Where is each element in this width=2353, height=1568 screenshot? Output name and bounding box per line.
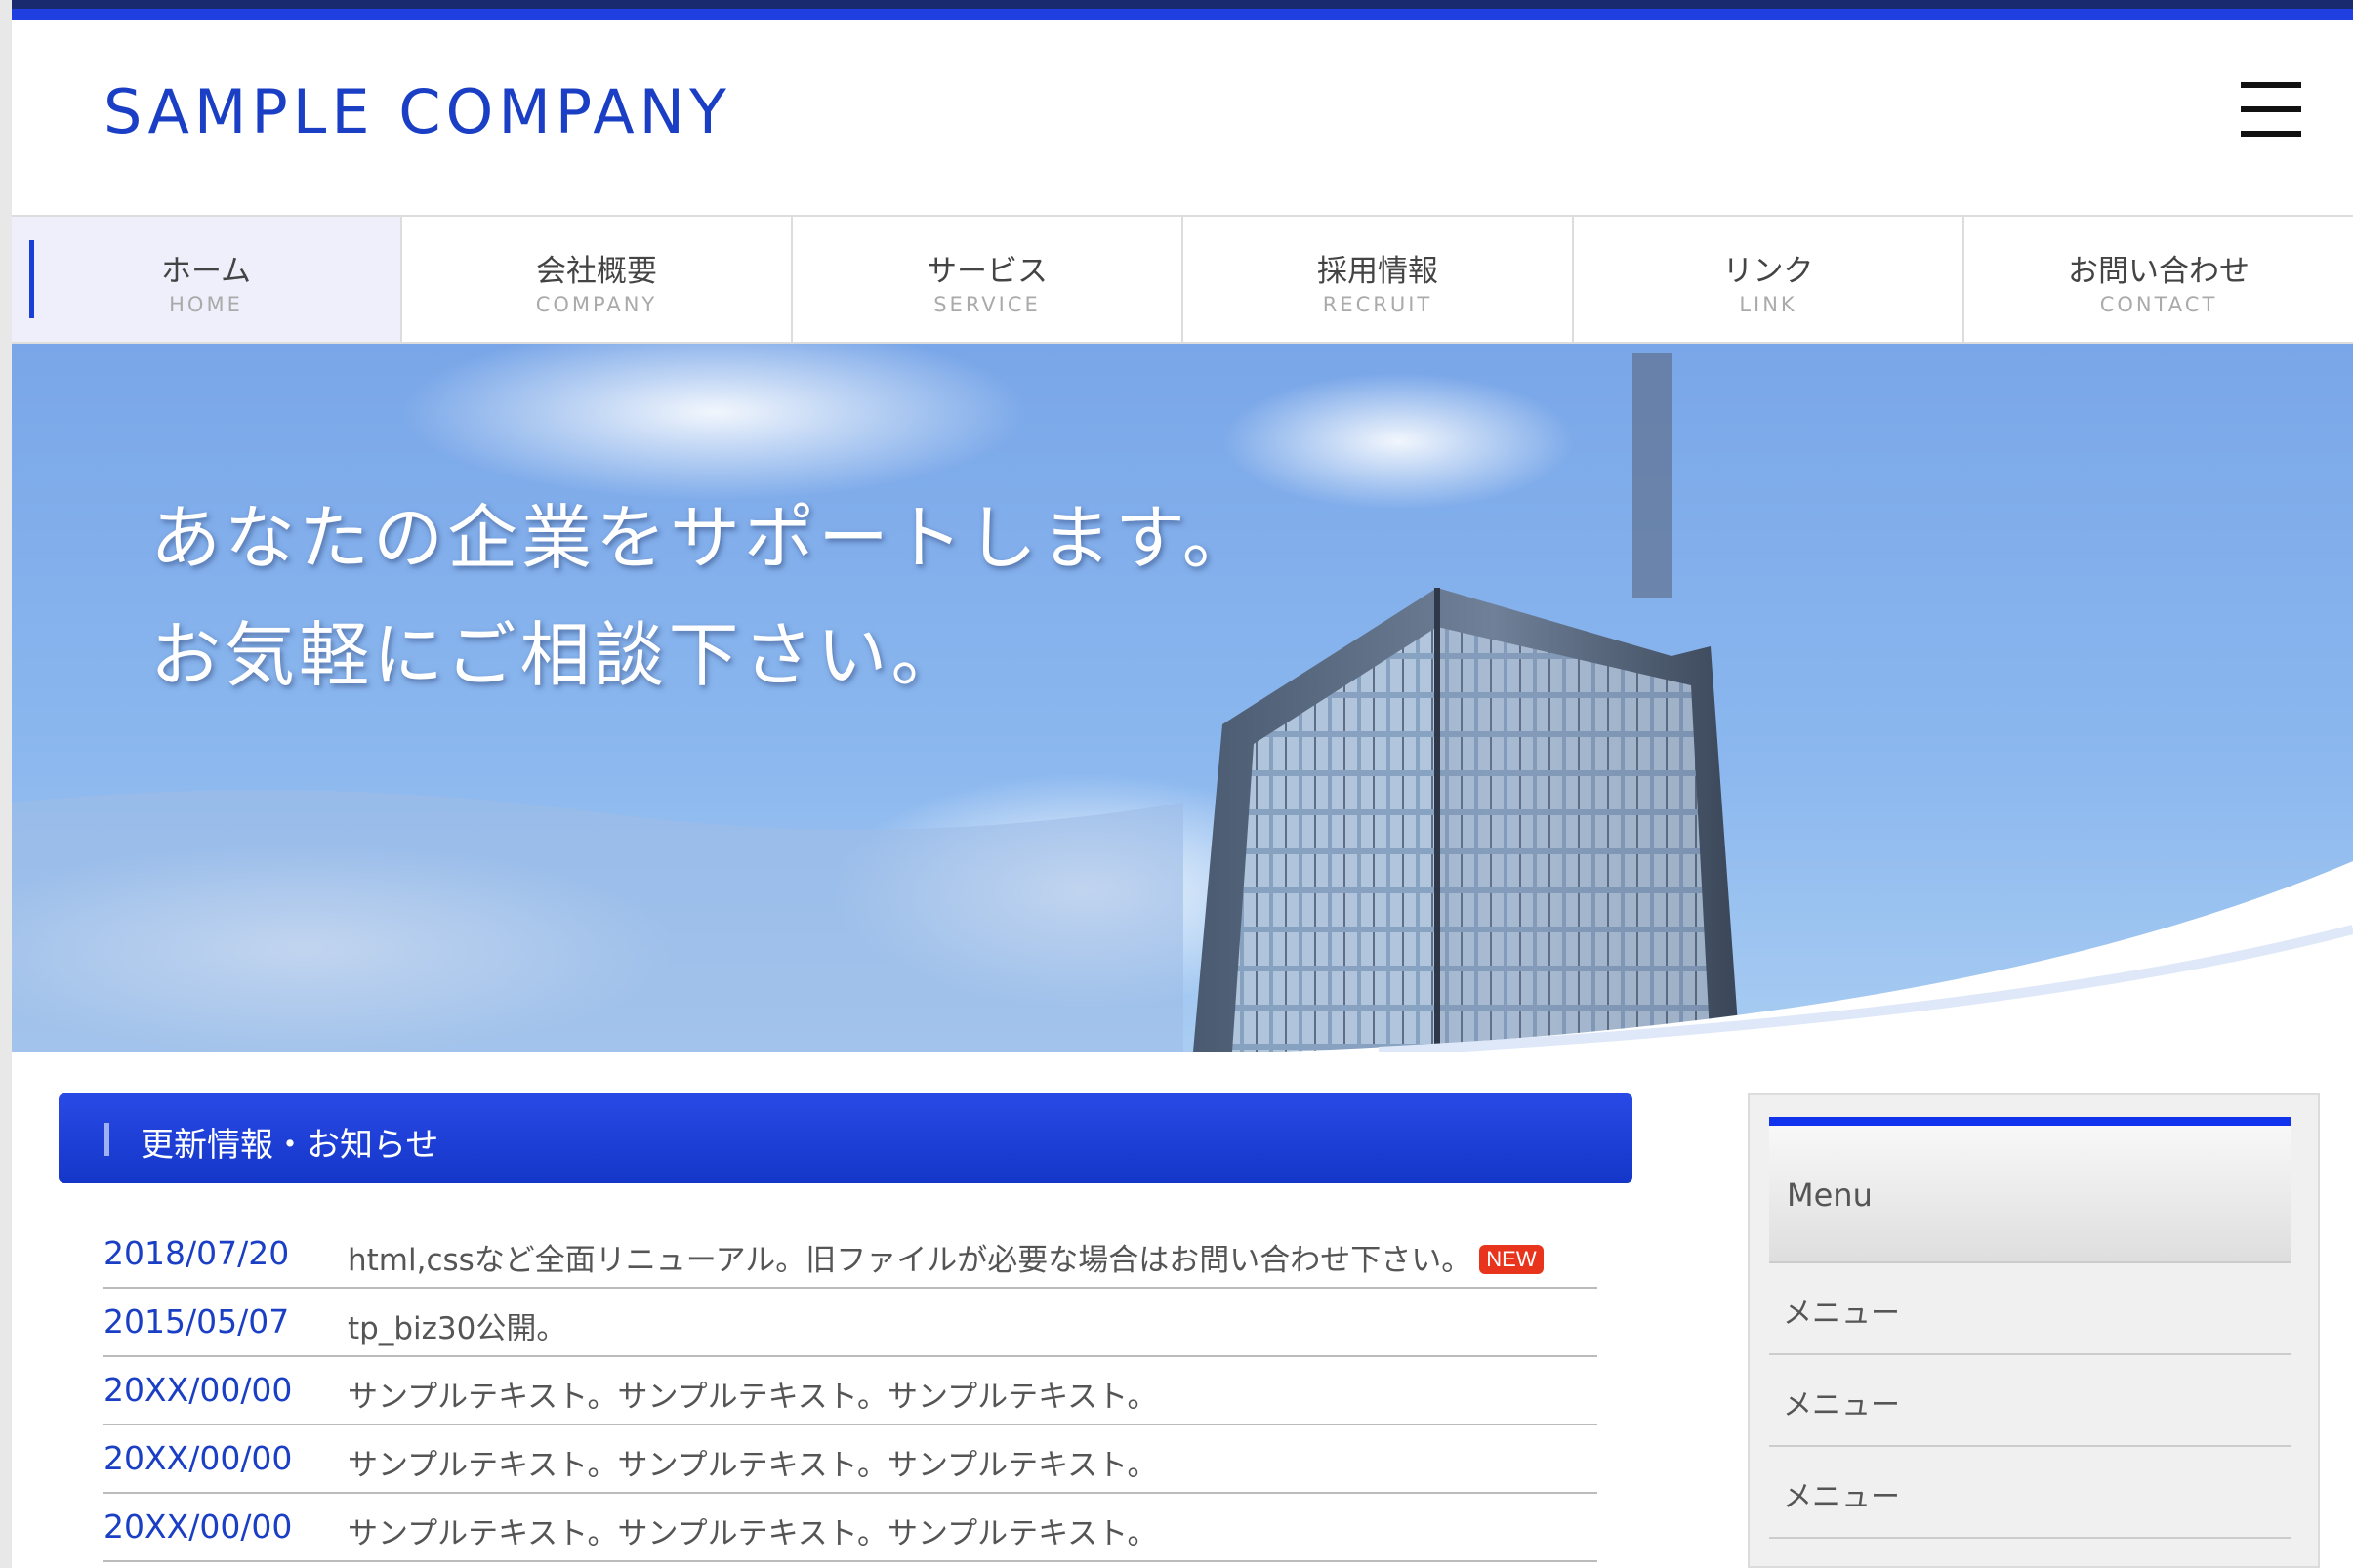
news-date: 2018/07/20 xyxy=(103,1234,290,1272)
window-edge xyxy=(0,0,12,1568)
nav-item-label: 会社概要 xyxy=(536,254,657,289)
nav-item-sublabel: COMPANY xyxy=(535,293,658,316)
sidebar-item[interactable]: メニュー xyxy=(1769,1355,2291,1447)
sidebar-menu-title: Menu xyxy=(1787,1176,1873,1214)
news-text: サンプルテキスト。サンプルテキスト。サンプルテキスト。 xyxy=(348,1380,1158,1415)
hamburger-line xyxy=(2241,82,2301,88)
hero-headline: あなたの企業をサポートします。 xyxy=(150,497,1257,579)
nav-item-sublabel: SERVICE xyxy=(933,293,1041,316)
news-date: 2015/05/07 xyxy=(103,1302,290,1341)
nav-item-label: ホーム xyxy=(160,254,252,289)
nav-item-sublabel: RECRUIT xyxy=(1322,293,1433,316)
news-text: tp_biz30公開。 xyxy=(348,1311,567,1346)
nav-item-link[interactable]: リンク LINK xyxy=(1574,217,1964,342)
news-section-header: 更新情報・お知らせ xyxy=(59,1093,1632,1183)
sidebar-item[interactable]: メニュー xyxy=(1769,1447,2291,1539)
hamburger-icon[interactable] xyxy=(2241,80,2301,139)
nav-item-contact[interactable]: お問い合わせ CONTACT xyxy=(1964,217,2353,342)
news-date: 20XX/00/00 xyxy=(103,1439,293,1477)
nav-item-label: お問い合わせ xyxy=(2068,254,2250,289)
sidebar-menu: Menu メニュー メニュー メニュー xyxy=(1748,1093,2320,1568)
nav-item-company[interactable]: 会社概要 COMPANY xyxy=(402,217,793,342)
nav-item-recruit[interactable]: 採用情報 RECRUIT xyxy=(1183,217,1574,342)
sidebar-item-label: メニュー xyxy=(1783,1388,1900,1423)
page: SAMPLE COMPANY ホーム HOME 会社概要 COMPANY サービ… xyxy=(12,0,2353,1568)
news-date: 20XX/00/00 xyxy=(103,1371,293,1409)
news-item[interactable]: 2018/07/20 html,cssなど全面リニューアル。旧ファイルが必要な場… xyxy=(103,1220,1597,1289)
hamburger-line xyxy=(2241,106,2301,112)
sidebar-menu-items: メニュー メニュー メニュー xyxy=(1769,1263,2291,1539)
sidebar-item-label: メニュー xyxy=(1783,1297,1900,1331)
news-list: 2018/07/20 html,cssなど全面リニューアル。旧ファイルが必要な場… xyxy=(103,1220,1597,1562)
main-nav: ホーム HOME 会社概要 COMPANY サービス SERVICE 採用情報 … xyxy=(12,215,2353,344)
news-section-title: 更新情報・お知らせ xyxy=(141,1126,439,1165)
sidebar-item[interactable]: メニュー xyxy=(1769,1263,2291,1355)
nav-item-sublabel: LINK xyxy=(1739,293,1797,316)
hero-banner: あなたの企業をサポートします。 お気軽にご相談下さい。 xyxy=(12,344,2353,1052)
site-logo[interactable]: SAMPLE COMPANY xyxy=(103,76,731,147)
hero-subheadline: お気軽にご相談下さい。 xyxy=(150,614,966,696)
news-item[interactable]: 20XX/00/00 サンプルテキスト。サンプルテキスト。サンプルテキスト。 xyxy=(103,1357,1597,1425)
nav-item-sublabel: CONTACT xyxy=(2099,293,2218,316)
top-accent-bar xyxy=(12,0,2353,20)
news-item[interactable]: 2015/05/07 tp_biz30公開。 xyxy=(103,1289,1597,1357)
nav-item-sublabel: HOME xyxy=(169,293,243,316)
nav-item-service[interactable]: サービス SERVICE xyxy=(793,217,1183,342)
news-item[interactable]: 20XX/00/00 サンプルテキスト。サンプルテキスト。サンプルテキスト。 xyxy=(103,1425,1597,1494)
news-text: サンプルテキスト。サンプルテキスト。サンプルテキスト。 xyxy=(348,1516,1158,1551)
nav-item-label: 採用情報 xyxy=(1317,254,1438,289)
news-text: html,cssなど全面リニューアル。旧ファイルが必要な場合はお問い合わせ下さい… xyxy=(348,1235,1544,1279)
nav-item-label: サービス xyxy=(927,254,1048,289)
sidebar-menu-header: Menu xyxy=(1769,1117,2291,1263)
news-date: 20XX/00/00 xyxy=(103,1507,293,1546)
nav-item-label: リンク xyxy=(1722,254,1814,289)
hamburger-line xyxy=(2241,131,2301,137)
new-badge: NEW xyxy=(1479,1245,1544,1274)
sidebar-item-label: メニュー xyxy=(1783,1480,1900,1514)
news-text-content: html,cssなど全面リニューアル。旧ファイルが必要な場合はお問い合わせ下さい… xyxy=(348,1243,1472,1278)
news-item[interactable]: 20XX/00/00 サンプルテキスト。サンプルテキスト。サンプルテキスト。 xyxy=(103,1494,1597,1562)
nav-item-home[interactable]: ホーム HOME xyxy=(12,217,402,342)
news-text: サンプルテキスト。サンプルテキスト。サンプルテキスト。 xyxy=(348,1448,1158,1483)
